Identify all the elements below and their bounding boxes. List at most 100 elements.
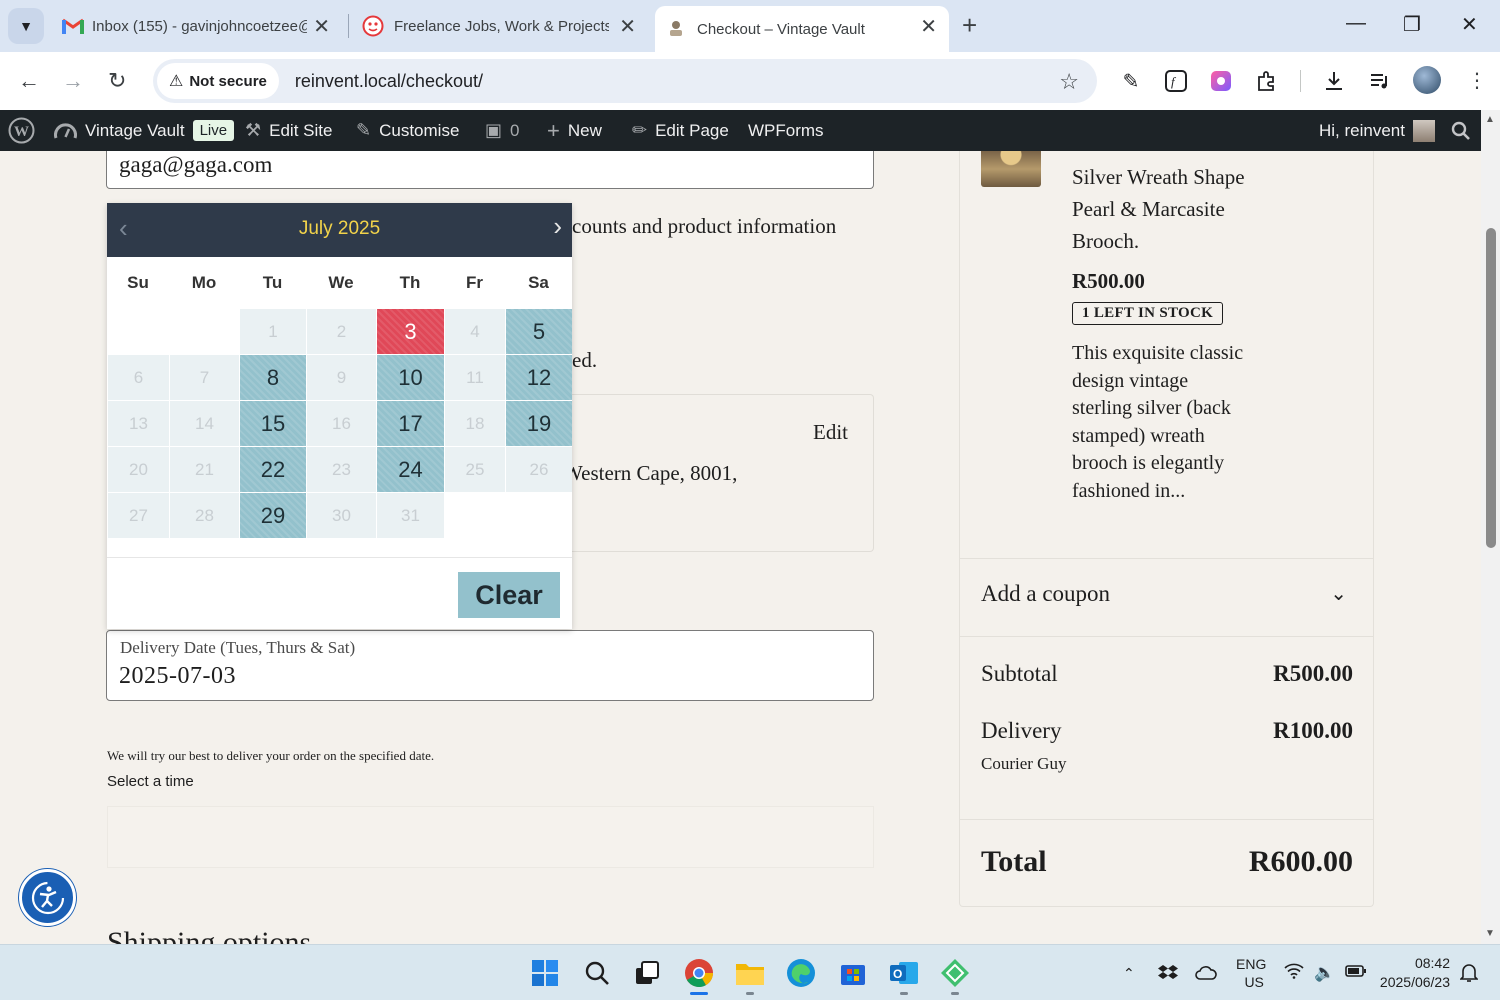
- customise-link[interactable]: ✎ Customise: [356, 110, 459, 151]
- wordpress-logo-button[interactable]: W: [8, 110, 35, 151]
- edit-site-label: Edit Site: [269, 120, 333, 140]
- wpforms-link[interactable]: WPForms: [748, 110, 824, 151]
- scroll-up-arrow-icon[interactable]: ▲: [1485, 114, 1495, 125]
- product-price: R500.00: [1072, 269, 1145, 293]
- calendar-day-available[interactable]: 8: [240, 355, 306, 400]
- calendar-day-selected[interactable]: 3: [377, 309, 444, 354]
- clock[interactable]: 08:42 2025/06/23: [1376, 945, 1450, 1000]
- delivery-method: Courier Guy: [981, 754, 1067, 773]
- total-value: R600.00: [1248, 845, 1353, 878]
- notifications-bell-icon[interactable]: [1460, 945, 1478, 1000]
- green-diamond-app-icon[interactable]: [939, 957, 971, 989]
- pencil-icon: ✏: [632, 120, 648, 140]
- tray-overflow-chevron-icon[interactable]: ⌃: [1123, 945, 1135, 1000]
- svg-text:f: f: [1171, 74, 1177, 89]
- edit-page-label: Edit Page: [655, 120, 729, 140]
- eyedropper-extension-icon[interactable]: ✎: [1116, 66, 1146, 96]
- address-bar[interactable]: ⚠ Not secure reinvent.local/checkout/ ☆: [153, 59, 1097, 103]
- page-scrollbar[interactable]: ▲ ▼: [1481, 110, 1500, 944]
- calendar-day-available[interactable]: 29: [240, 493, 306, 538]
- network-volume-battery-group[interactable]: 🔈: [1284, 945, 1367, 1000]
- minimize-button[interactable]: —: [1346, 12, 1366, 35]
- taskbar-search-icon[interactable]: [581, 957, 613, 989]
- close-icon[interactable]: ✕: [313, 14, 330, 39]
- onedrive-cloud-icon[interactable]: [1195, 945, 1217, 1000]
- font-extension-icon[interactable]: f: [1161, 66, 1191, 96]
- next-month-chevron-icon[interactable]: ›: [553, 211, 562, 242]
- back-button[interactable]: ←: [18, 68, 40, 94]
- user-avatar: [1412, 119, 1435, 142]
- add-coupon-toggle[interactable]: Add a coupon: [981, 581, 1110, 607]
- chevron-down-icon[interactable]: ⌄: [1330, 581, 1347, 606]
- tab-freelancer[interactable]: Freelance Jobs, Work & Projects ✕: [354, 6, 648, 46]
- app-running-indicator: [951, 992, 959, 995]
- scroll-down-arrow-icon[interactable]: ▼: [1485, 928, 1495, 939]
- calendar-day-disabled: 6: [108, 355, 169, 400]
- tab-gmail[interactable]: Inbox (155) - gavinjohncoetzee@ ✕: [52, 6, 342, 46]
- bookmark-star-icon[interactable]: ☆: [1059, 69, 1079, 95]
- dropbox-icon[interactable]: [1158, 945, 1178, 1000]
- calendar-day-available[interactable]: 12: [506, 355, 572, 400]
- gradient-extension-icon[interactable]: [1206, 66, 1236, 96]
- close-icon[interactable]: ✕: [920, 14, 937, 39]
- comment-bubble-icon: ▣: [485, 120, 503, 140]
- plus-icon: +: [547, 117, 560, 143]
- close-icon[interactable]: ✕: [619, 14, 636, 39]
- chrome-icon[interactable]: [683, 957, 715, 989]
- outlook-icon[interactable]: O: [888, 957, 920, 989]
- toolbar-separator: [1300, 70, 1301, 92]
- calendar-day-available[interactable]: 24: [377, 447, 444, 492]
- delivery-date-field[interactable]: Delivery Date (Tues, Thurs & Sat) 2025-0…: [106, 630, 874, 701]
- new-tab-button[interactable]: +: [962, 12, 977, 38]
- explorer-running-indicator: [746, 992, 754, 995]
- subtotal-value: R500.00: [1273, 661, 1353, 686]
- partial-text: ed.: [572, 348, 598, 372]
- datepicker-header: ‹ July 2025 ›: [107, 203, 572, 257]
- start-windows-icon[interactable]: [529, 957, 561, 989]
- task-view-icon[interactable]: [631, 957, 663, 989]
- menu-dots-icon[interactable]: ⋮: [1467, 68, 1487, 93]
- summary-divider: [960, 558, 1373, 559]
- calendar-day-available[interactable]: 15: [240, 401, 306, 446]
- new-content-link[interactable]: + New: [547, 110, 602, 151]
- account-menu[interactable]: Hi, reinvent: [1319, 110, 1435, 151]
- freelancer-icon: [362, 15, 384, 37]
- wp-admin-bar: W Vintage Vault Live ⚒ Edit Site ✎ Custo…: [0, 110, 1500, 151]
- edge-icon[interactable]: [785, 957, 817, 989]
- calendar-day-disabled: 25: [445, 447, 505, 492]
- scroll-thumb[interactable]: [1486, 228, 1496, 548]
- extensions-puzzle-icon[interactable]: [1252, 66, 1282, 96]
- calendar-day-available[interactable]: 5: [506, 309, 572, 354]
- download-icon[interactable]: [1319, 66, 1349, 96]
- tab-search-button[interactable]: ▼: [8, 8, 44, 44]
- edit-page-link[interactable]: ✏ Edit Page: [632, 110, 729, 151]
- calendar-day-available[interactable]: 22: [240, 447, 306, 492]
- language-indicator[interactable]: ENG US: [1236, 945, 1266, 1000]
- profile-avatar[interactable]: [1413, 66, 1441, 94]
- window-close-button[interactable]: ✕: [1461, 12, 1478, 37]
- accessibility-button[interactable]: [19, 869, 76, 926]
- edit-address-link[interactable]: Edit: [813, 420, 848, 445]
- clear-date-button[interactable]: Clear: [458, 572, 560, 618]
- site-name-link[interactable]: Vintage Vault Live: [54, 110, 235, 151]
- admin-search-button[interactable]: [1451, 110, 1471, 151]
- reload-button[interactable]: ↻: [108, 68, 126, 94]
- tab-checkout[interactable]: Checkout – Vintage Vault ✕: [655, 6, 949, 52]
- url-text: reinvent.local/checkout/: [294, 70, 483, 91]
- email-input[interactable]: gaga@gaga.com: [106, 151, 874, 189]
- edit-site-link[interactable]: ⚒ Edit Site: [245, 110, 332, 151]
- media-controls-icon[interactable]: [1365, 66, 1395, 96]
- search-icon: [1451, 121, 1470, 140]
- calendar-day-available[interactable]: 10: [377, 355, 444, 400]
- security-chip[interactable]: ⚠ Not secure: [157, 63, 279, 99]
- calendar-day-available[interactable]: 19: [506, 401, 572, 446]
- new-label: New: [567, 120, 602, 140]
- comments-link[interactable]: ▣ 0: [485, 110, 519, 151]
- calendar-day-available[interactable]: 17: [377, 401, 444, 446]
- file-explorer-icon[interactable]: [734, 957, 766, 989]
- microsoft-store-icon[interactable]: [837, 957, 869, 989]
- time-select-area[interactable]: [107, 806, 874, 868]
- address-text: Western Cape, 8001,: [563, 461, 738, 485]
- restore-button[interactable]: ❐: [1403, 12, 1421, 37]
- forward-button[interactable]: →: [62, 68, 84, 94]
